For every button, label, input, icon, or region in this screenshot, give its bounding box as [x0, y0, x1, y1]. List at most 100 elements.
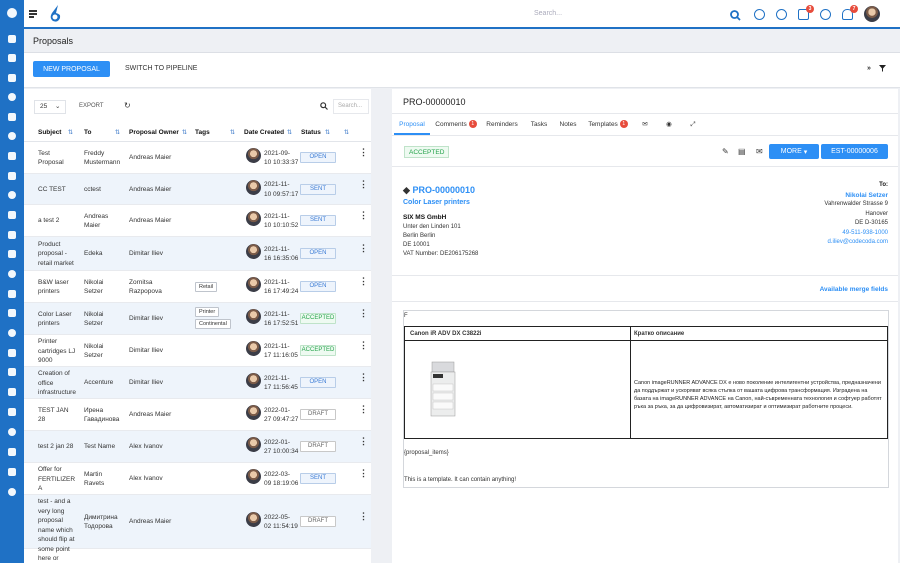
col-date[interactable]: Date Created: [244, 129, 284, 136]
row-subject[interactable]: Offer for FERTILIZER A: [38, 465, 75, 494]
row-subject[interactable]: B&W laser printers: [38, 278, 69, 297]
help-icon[interactable]: [754, 9, 765, 20]
row-menu-icon[interactable]: ⋮: [359, 277, 368, 286]
row-to[interactable]: Martin Ravets: [84, 470, 104, 489]
table-row[interactable]: Creation of office infrastructure Accenture…: [24, 367, 371, 399]
tasks-icon[interactable]: 3: [798, 5, 814, 20]
menu-toggle-icon[interactable]: [29, 10, 37, 18]
sort-icon[interactable]: ⇅: [344, 129, 349, 136]
owner-avatar[interactable]: [246, 277, 261, 292]
row-subject[interactable]: Test Proposal: [38, 149, 64, 168]
row-to[interactable]: Nikolai Setzer: [84, 310, 104, 329]
row-tag[interactable]: Retail: [195, 282, 218, 292]
email-icon[interactable]: ✉: [756, 147, 763, 156]
team-icon[interactable]: [6, 209, 18, 221]
table-row[interactable]: Color Laser printers Nikolai Setzer Dimitar …: [24, 303, 371, 335]
globe-icon[interactable]: [6, 268, 18, 280]
table-row[interactable]: test 2 jan 28 Test Name Alex Ivanov 2022-01…: [24, 431, 371, 463]
edit-icon[interactable]: ✎: [722, 147, 729, 156]
reports-icon[interactable]: [6, 288, 18, 300]
video-icon[interactable]: [6, 347, 18, 359]
settings-icon[interactable]: [6, 130, 18, 142]
owner-avatar[interactable]: [246, 437, 261, 452]
row-to[interactable]: Nikolai Setzer: [84, 342, 104, 361]
tab-templates[interactable]: Templates 1: [586, 115, 630, 135]
col-status[interactable]: Status: [301, 129, 321, 136]
row-menu-icon[interactable]: ⋮: [359, 373, 368, 382]
row-to[interactable]: Andreas Maier: [84, 212, 108, 231]
row-tag[interactable]: Printer: [195, 307, 220, 317]
row-to[interactable]: Edeka: [84, 249, 102, 259]
merge-fields-link[interactable]: Available merge fields: [820, 286, 888, 293]
users-icon[interactable]: [6, 466, 18, 478]
row-subject[interactable]: a test 2: [38, 216, 59, 226]
to-phone[interactable]: 49-511-938-1000: [824, 229, 888, 239]
tab-comments[interactable]: Comments 1: [432, 115, 480, 135]
location-icon[interactable]: [6, 426, 18, 438]
row-subject[interactable]: test - and a very long proposal name which s…: [38, 497, 75, 563]
logo-icon[interactable]: [6, 7, 18, 19]
to-email[interactable]: d.iliev@codecoda.com: [824, 238, 888, 248]
row-subject[interactable]: Creation of office infrastructure: [38, 369, 76, 398]
owner-avatar[interactable]: [246, 512, 261, 527]
col-to[interactable]: To: [84, 129, 91, 136]
inbox-icon[interactable]: [6, 170, 18, 182]
row-to[interactable]: cctest: [84, 185, 101, 195]
row-tag[interactable]: Continental: [195, 319, 231, 329]
row-subject[interactable]: TEST JAN 28: [38, 406, 69, 425]
tab-expand-icon[interactable]: ⤢: [684, 115, 702, 135]
user-icon[interactable]: [6, 91, 18, 103]
owner-avatar[interactable]: [246, 341, 261, 356]
bell-icon[interactable]: 7: [842, 5, 858, 20]
switch-pipeline-button[interactable]: SWITCH TO PIPELINE: [125, 65, 197, 72]
list-search-input[interactable]: Search...: [333, 99, 369, 114]
row-menu-icon[interactable]: ⋮: [359, 512, 368, 521]
row-menu-icon[interactable]: ⋮: [359, 469, 368, 478]
row-menu-icon[interactable]: ⋮: [359, 211, 368, 220]
chart-icon[interactable]: [6, 150, 18, 162]
row-to[interactable]: Freddy Mustermann: [84, 149, 120, 168]
row-menu-icon[interactable]: ⋮: [359, 405, 368, 414]
col-subject[interactable]: Subject: [38, 129, 61, 136]
timer-icon[interactable]: [820, 9, 831, 20]
tab-reminders[interactable]: Reminders: [484, 115, 520, 135]
row-menu-icon[interactable]: ⋮: [359, 148, 368, 157]
owner-avatar[interactable]: [246, 405, 261, 420]
to-name[interactable]: Nikolai Setzer: [824, 191, 888, 201]
table-row[interactable]: Test Proposal Freddy Mustermann Andreas Maie…: [24, 142, 371, 174]
row-to[interactable]: Ирена Гавадинова: [84, 406, 119, 425]
home-icon[interactable]: [6, 52, 18, 64]
sort-icon[interactable]: ⇅: [287, 129, 292, 136]
contacts-icon[interactable]: [6, 366, 18, 378]
refresh-icon[interactable]: ↻: [124, 101, 131, 110]
row-subject[interactable]: test 2 jan 28: [38, 442, 73, 452]
row-subject[interactable]: CC TEST: [38, 185, 66, 195]
tab-notes[interactable]: Notes: [556, 115, 580, 135]
owner-avatar[interactable]: [246, 373, 261, 388]
owner-avatar[interactable]: [246, 179, 261, 195]
list-icon[interactable]: [6, 229, 18, 241]
table-row[interactable]: TEST JAN 28 Ирена Гавадинова Andreas Maier 20…: [24, 399, 371, 431]
table-row[interactable]: Product proposal - retail market Edeka Dimit…: [24, 237, 371, 271]
estimate-button[interactable]: EST-00000006: [821, 144, 888, 159]
sort-icon[interactable]: ⇅: [230, 129, 235, 136]
toggle-panel-icon[interactable]: »: [867, 65, 871, 72]
filter-icon[interactable]: [6, 248, 18, 260]
table-row[interactable]: Offer for FERTILIZER A Martin Ravets Alex Iva…: [24, 463, 371, 495]
box-icon[interactable]: [6, 406, 18, 418]
user-avatar[interactable]: [864, 6, 880, 22]
owner-avatar[interactable]: [246, 148, 261, 163]
tab-email-icon[interactable]: ✉: [636, 115, 654, 135]
anchor-icon[interactable]: [6, 386, 18, 398]
mail-icon[interactable]: [6, 33, 18, 45]
sort-icon[interactable]: ⇅: [115, 129, 120, 136]
row-menu-icon[interactable]: ⋮: [359, 244, 368, 253]
tab-tasks[interactable]: Tasks: [526, 115, 552, 135]
row-menu-icon[interactable]: ⋮: [359, 309, 368, 318]
filter-icon[interactable]: [879, 65, 886, 72]
more-button[interactable]: MORE ▾: [769, 144, 819, 159]
new-proposal-button[interactable]: NEW PROPOSAL: [33, 61, 110, 77]
integrations-icon[interactable]: [6, 446, 18, 458]
grid-icon[interactable]: [6, 307, 18, 319]
row-to[interactable]: Димитрина Тодорова: [84, 513, 118, 532]
